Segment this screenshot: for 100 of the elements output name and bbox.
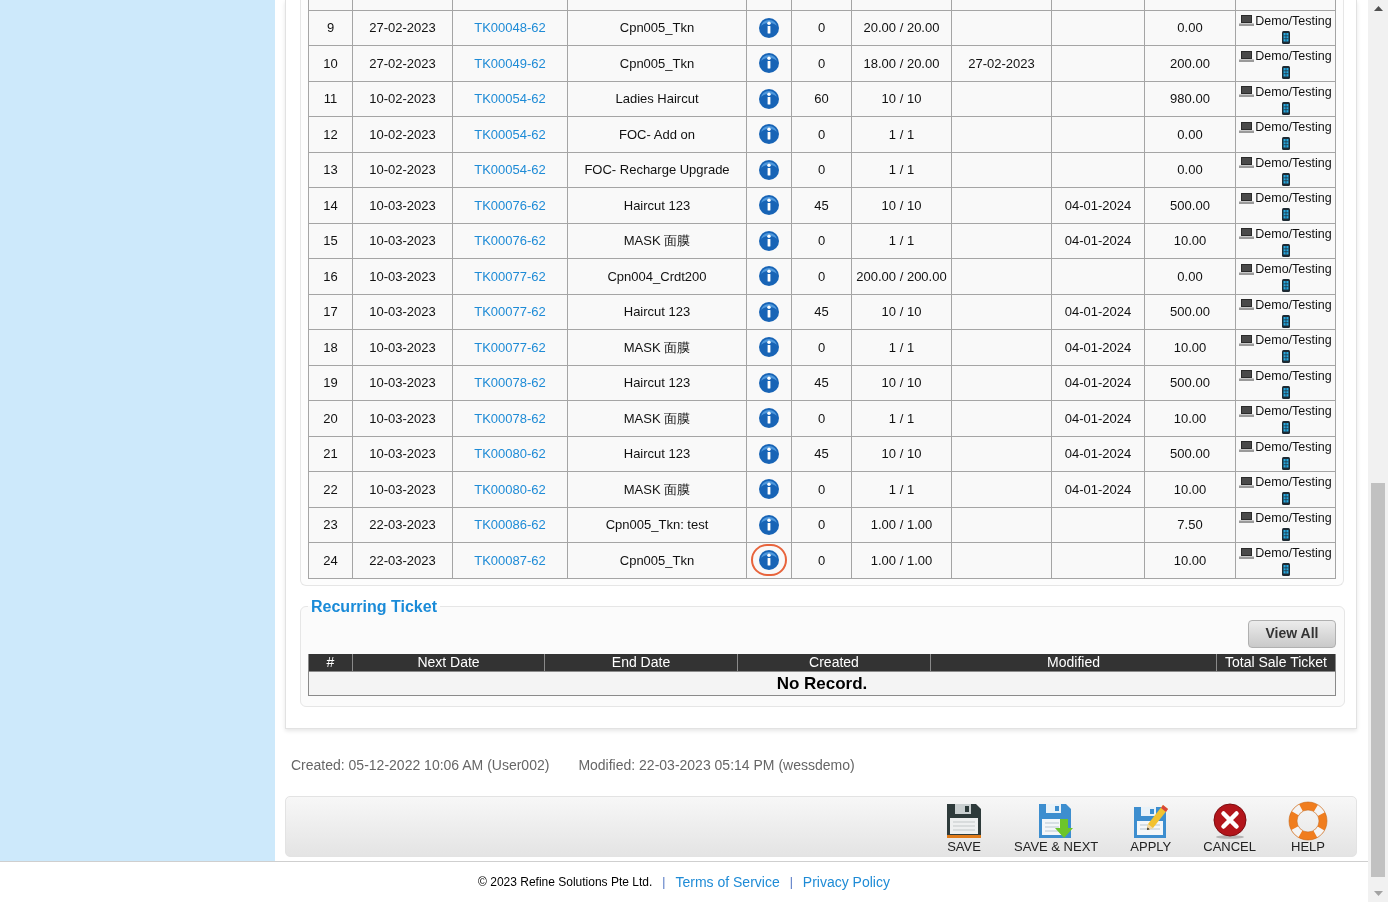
table-cell: 0 xyxy=(791,45,852,81)
mobile-phone-icon xyxy=(1281,350,1290,363)
table-cell: 10.00 xyxy=(1144,542,1236,578)
footer-link[interactable]: Privacy Policy xyxy=(802,871,890,893)
table-cell: 200.00 / 200.00 xyxy=(851,258,952,294)
table-cell: 10-03-2023 xyxy=(352,187,453,223)
info-button[interactable] xyxy=(759,443,779,464)
table-cell: 10.00 xyxy=(1144,400,1236,436)
info-button[interactable] xyxy=(759,337,779,358)
copyright-text: © 2023 Refine Solutions Pte Ltd. xyxy=(478,874,653,891)
device-label: Demo/Testing xyxy=(1255,191,1332,205)
table-cell: 10 / 10 xyxy=(851,436,952,472)
table-cell: 22 xyxy=(308,471,353,507)
table-cell: 0 xyxy=(791,400,852,436)
column-header: Next Date xyxy=(352,653,545,672)
laptop-icon xyxy=(1239,15,1255,26)
table-cell: 0 xyxy=(791,223,852,259)
table-cell: 980.00 xyxy=(1144,81,1236,117)
table-cell: FOC- Recharge Upgrade xyxy=(567,152,747,188)
info-button[interactable] xyxy=(759,372,779,393)
laptop-icon xyxy=(1239,334,1255,346)
mobile-phone-icon xyxy=(1281,172,1290,186)
table-cell: 45 xyxy=(791,436,852,472)
mobile-phone-icon xyxy=(1281,279,1290,292)
mobile-phone-icon xyxy=(1281,66,1290,79)
table-cell: 1 / 1 xyxy=(851,400,952,436)
toolbar-button[interactable]: APPLY xyxy=(1126,799,1176,854)
table-cell: 9 xyxy=(308,10,353,46)
lifebuoy-icon xyxy=(1288,801,1328,841)
table-cell: 10 / 10 xyxy=(851,187,952,223)
device-label: Demo/Testing xyxy=(1255,155,1332,170)
table-cell: 1 / 1 xyxy=(851,471,952,507)
table-cell: FOC- Add on xyxy=(567,116,747,152)
table-cell: 10-02-2023 xyxy=(352,152,453,188)
footer-link[interactable]: Terms of Service xyxy=(675,871,780,893)
toolbar-button[interactable]: HELP xyxy=(1284,799,1332,854)
device-label: Demo/Testing xyxy=(1255,546,1332,560)
info-button[interactable] xyxy=(759,17,779,38)
table-cell: 14 xyxy=(308,187,353,223)
table-cell: 10 / 10 xyxy=(851,365,952,401)
info-icon xyxy=(759,443,779,464)
table-cell: 16 xyxy=(308,258,353,294)
table-cell: 1 / 1 xyxy=(851,223,952,259)
device-label: Demo/Testing xyxy=(1255,262,1332,276)
info-button[interactable] xyxy=(759,124,779,145)
toolbar-button[interactable]: SAVE xyxy=(942,799,986,854)
info-button[interactable] xyxy=(759,408,779,429)
view-all-button[interactable]: View All xyxy=(1248,619,1336,648)
info-icon xyxy=(759,230,779,251)
scroll-up-icon[interactable] xyxy=(1373,6,1383,11)
table-cell: 20.00 / 20.00 xyxy=(851,10,952,46)
table-cell: 22-03-2023 xyxy=(352,542,453,578)
table-cell: Cpn005_Tkn xyxy=(567,542,747,578)
table-cell: 0 xyxy=(791,471,852,507)
table-cell: MASK 面膜 xyxy=(567,471,747,507)
info-button[interactable] xyxy=(759,53,779,74)
table-cell: 500.00 xyxy=(1144,294,1236,330)
table-cell: 18 xyxy=(308,329,353,365)
table-cell: 0.00 xyxy=(1144,152,1236,188)
device-label: Demo/Testing xyxy=(1255,368,1332,383)
device-label: Demo/Testing xyxy=(1255,84,1332,99)
table-cell: 10.00 xyxy=(1144,471,1236,507)
scrollbar-track[interactable] xyxy=(1368,0,1388,902)
laptop-icon xyxy=(1239,121,1255,133)
info-button[interactable] xyxy=(759,266,779,287)
table-cell: 0 xyxy=(791,329,852,365)
table-cell: Cpn004_Crdt200 xyxy=(567,258,747,294)
table-cell: 10-03-2023 xyxy=(352,329,453,365)
table-cell: 10 / 10 xyxy=(851,81,952,117)
info-button[interactable] xyxy=(759,514,779,535)
laptop-icon xyxy=(1239,86,1255,97)
info-button[interactable] xyxy=(759,230,779,251)
info-button[interactable] xyxy=(759,88,779,109)
table-cell: Haircut 123 xyxy=(567,365,747,401)
table-cell: 1 / 1 xyxy=(851,152,952,188)
timestamp-text: Modified: 22-03-2023 05:14 PM (wessdemo) xyxy=(578,757,855,773)
info-button[interactable] xyxy=(759,479,779,500)
table-cell: 45 xyxy=(791,187,852,223)
info-button[interactable] xyxy=(751,544,787,577)
table-cell: 27-02-2023 xyxy=(352,45,453,81)
mobile-phone-icon xyxy=(1281,456,1290,470)
toolbar-button[interactable]: SAVE & NEXT xyxy=(1010,799,1103,854)
device-label: Demo/Testing xyxy=(1255,13,1332,28)
table-cell: 1 / 1 xyxy=(851,329,952,365)
toolbar-button[interactable]: CANCEL xyxy=(1199,799,1260,854)
scrollbar-thumb[interactable] xyxy=(1371,483,1385,877)
column-header: End Date xyxy=(544,653,738,672)
laptop-icon xyxy=(1239,157,1255,168)
info-button[interactable] xyxy=(759,159,779,180)
table-cell: 20 xyxy=(308,400,353,436)
laptop-icon xyxy=(1239,299,1255,310)
info-icon xyxy=(759,195,779,216)
info-icon xyxy=(759,17,779,38)
table-cell: 04-01-2024 xyxy=(1051,436,1145,472)
table-cell: 04-01-2024 xyxy=(1051,187,1145,223)
info-button[interactable] xyxy=(759,301,779,322)
info-button[interactable] xyxy=(759,195,779,216)
laptop-icon xyxy=(1239,547,1255,559)
table-cell: MASK 面膜 xyxy=(567,329,747,365)
table-cell: 1.00 / 1.00 xyxy=(851,542,952,578)
